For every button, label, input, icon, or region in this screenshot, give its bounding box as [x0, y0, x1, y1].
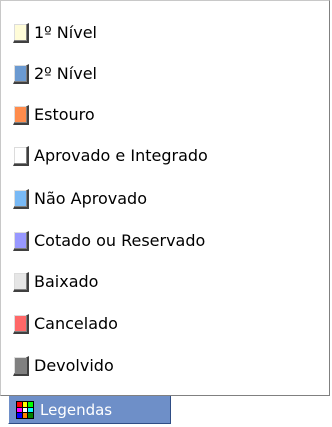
legend-item-1o-nivel: 1º Nível [13, 21, 97, 45]
legend-item-estouro: Estouro [13, 103, 95, 127]
legend-swatch-baixado [13, 272, 29, 292]
legend-swatch-1o-nivel [13, 23, 29, 43]
legend-item-devolvido: Devolvido [13, 354, 114, 378]
legend-label-cancelado: Cancelado [34, 314, 118, 333]
legend-swatch-cotado-reservado [13, 231, 29, 251]
legend-label-estouro: Estouro [34, 105, 95, 124]
legend-item-baixado: Baixado [13, 270, 98, 294]
tab-legendas[interactable]: Legendas [8, 396, 171, 424]
legend-swatch-cancelado [13, 314, 29, 334]
legend-label-devolvido: Devolvido [34, 356, 114, 375]
legend-label-2o-nivel: 2º Nível [34, 64, 97, 83]
legend-label-1o-nivel: 1º Nível [34, 23, 97, 42]
color-grid-icon [16, 400, 34, 419]
legend-swatch-aprovado-integrado [13, 146, 29, 166]
legend-item-nao-aprovado: Não Aprovado [13, 187, 147, 211]
legend-swatch-2o-nivel [13, 64, 29, 84]
legend-swatch-estouro [13, 105, 29, 125]
legend-item-cancelado: Cancelado [13, 312, 118, 336]
legend-label-cotado-reservado: Cotado ou Reservado [34, 231, 206, 250]
tab-bar: Legendas [0, 396, 332, 427]
legend-item-cotado-reservado: Cotado ou Reservado [13, 229, 205, 253]
tab-label-legendas: Legendas [40, 400, 113, 419]
legend-label-aprovado-integrado: Aprovado e Integrado [34, 146, 208, 165]
legend-swatch-devolvido [13, 356, 29, 376]
legend-item-aprovado-integrado: Aprovado e Integrado [13, 144, 208, 168]
legend-label-baixado: Baixado [34, 272, 99, 291]
legend-panel: 1º Nível 2º Nível Estouro Aprovado e Int… [0, 0, 330, 396]
legend-swatch-nao-aprovado [13, 189, 29, 209]
legend-item-2o-nivel: 2º Nível [13, 62, 97, 86]
legend-label-nao-aprovado: Não Aprovado [34, 189, 147, 208]
